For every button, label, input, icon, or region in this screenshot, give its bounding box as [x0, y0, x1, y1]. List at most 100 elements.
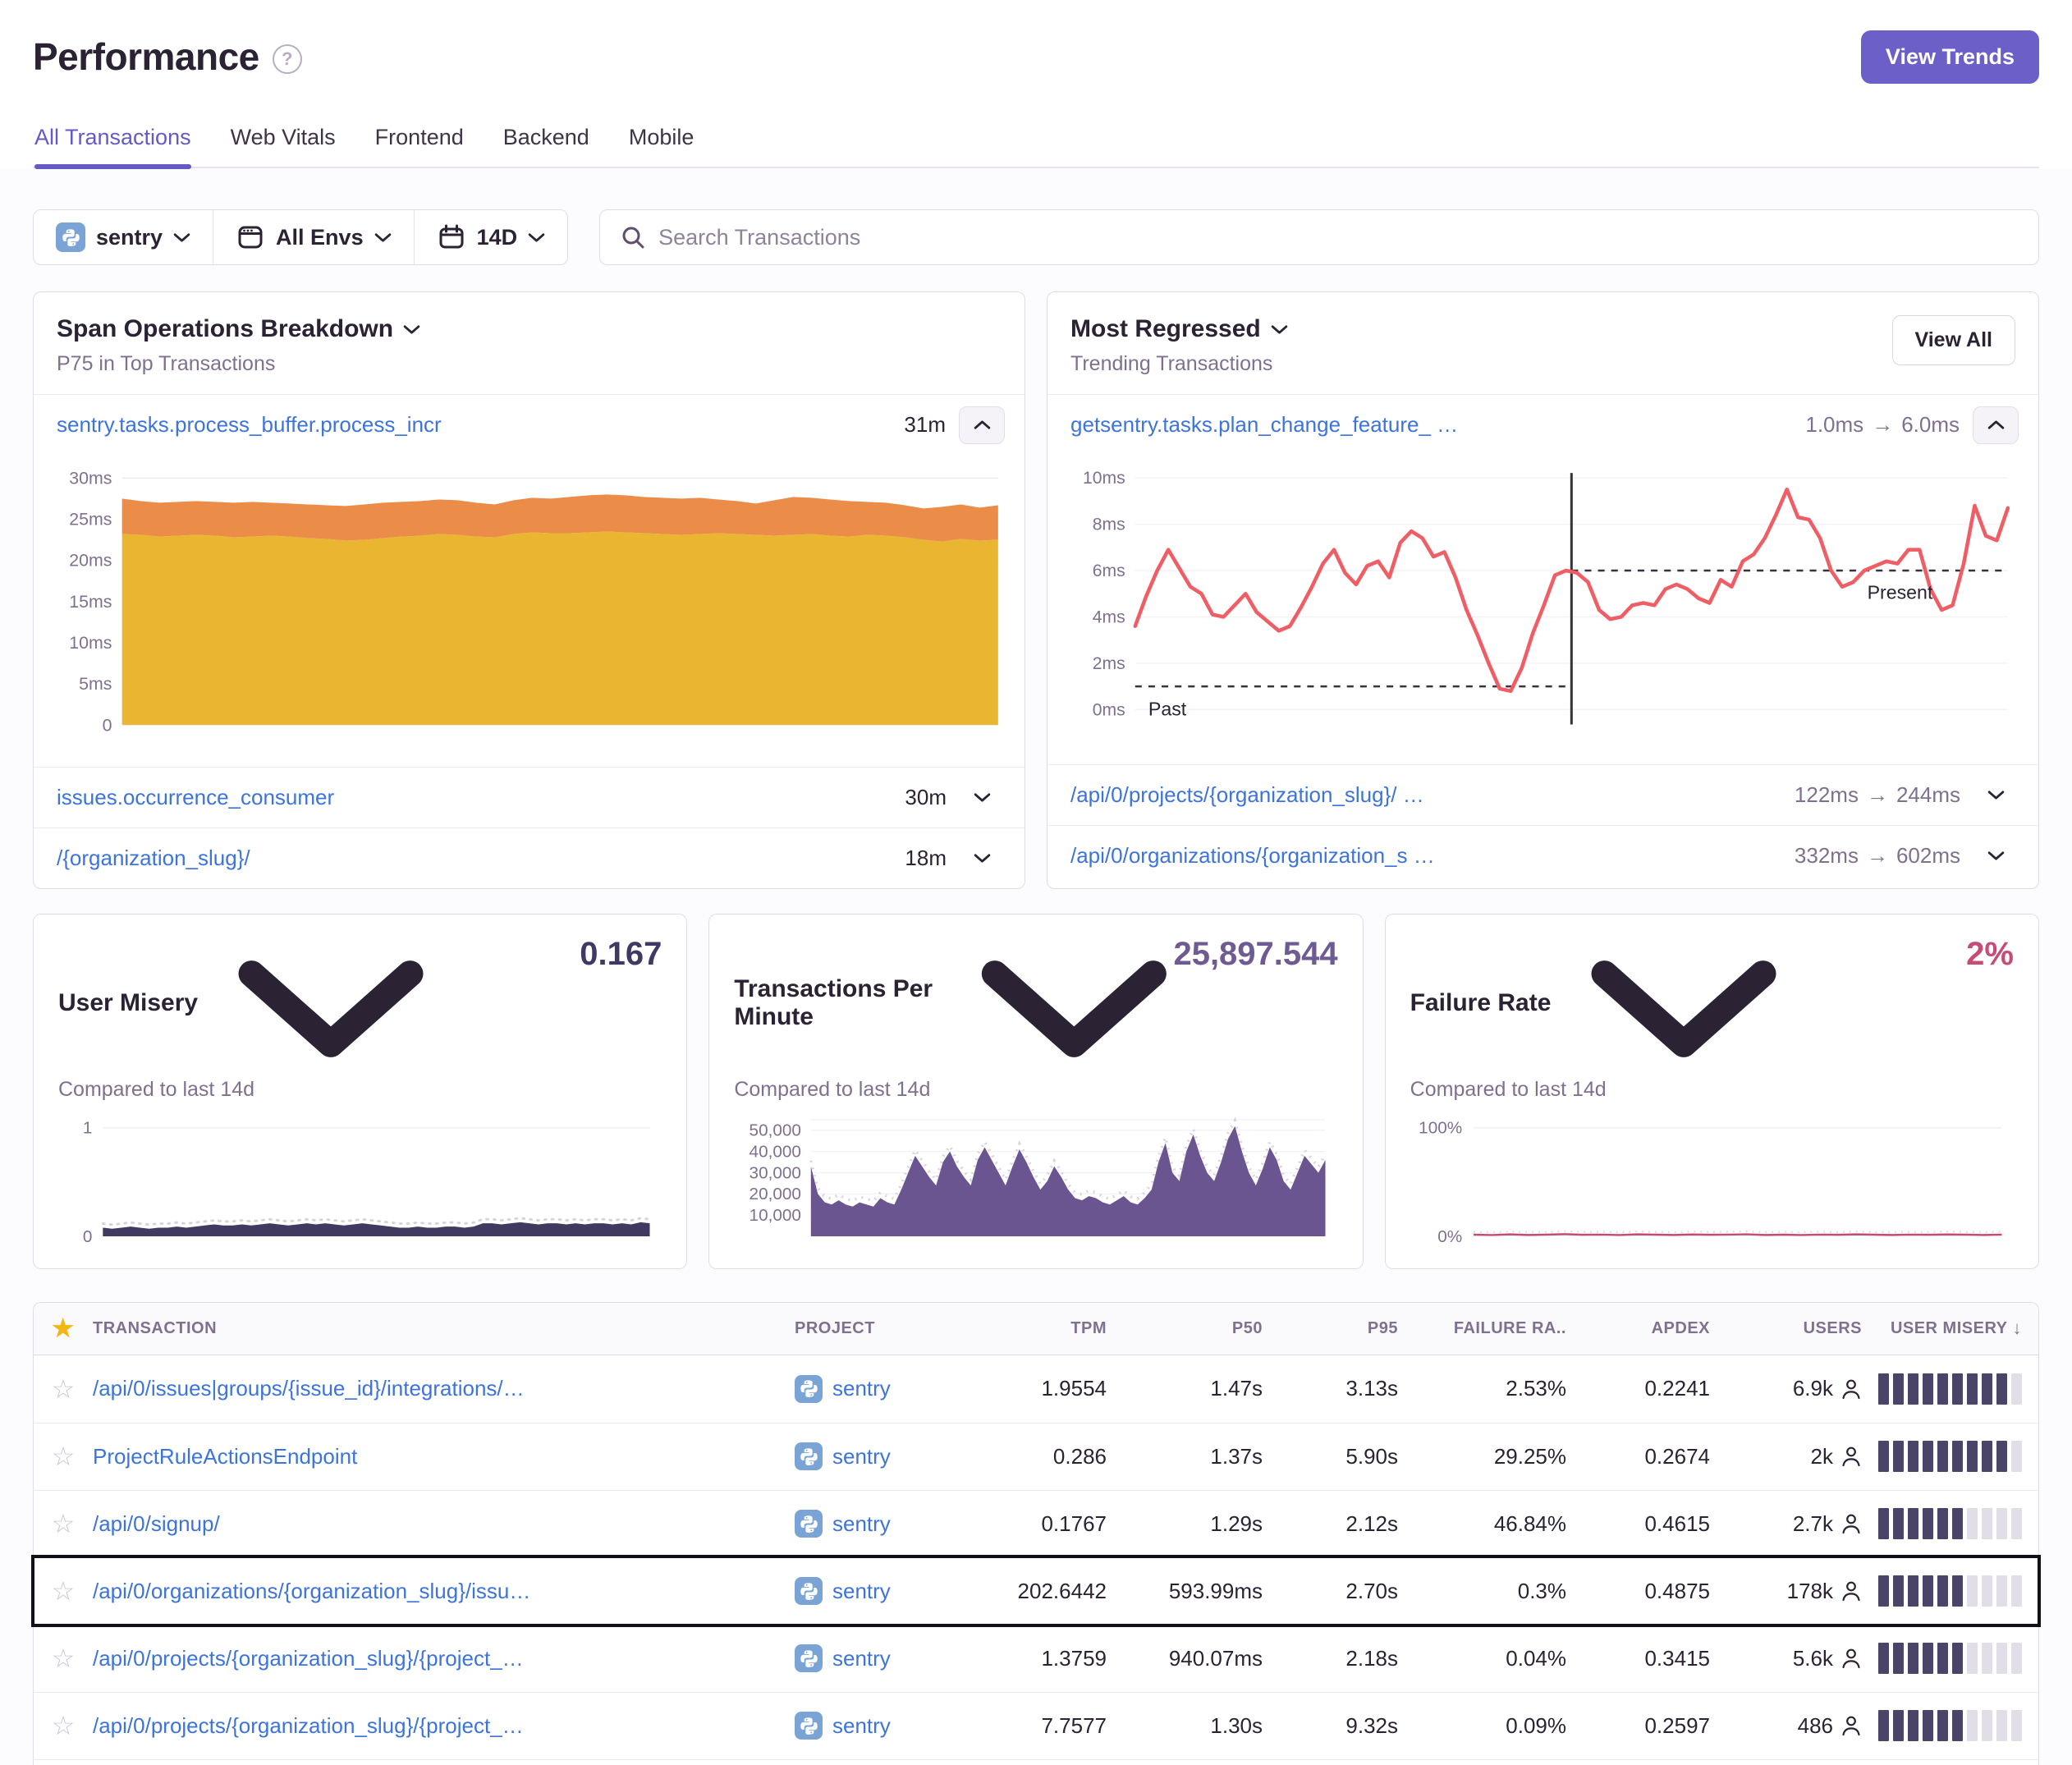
- svg-text:Past: Past: [1148, 698, 1187, 719]
- chevron-down-icon: [1561, 936, 1807, 1070]
- expand-chevron-icon[interactable]: [1973, 850, 2019, 861]
- col-failure-rate[interactable]: FAILURE RA..: [1398, 1319, 1566, 1338]
- expand-chevron-icon[interactable]: [960, 853, 1005, 864]
- project-filter[interactable]: sentry: [34, 210, 213, 264]
- table-row[interactable]: ☆ /api/0/organizations/{organization_slu…: [34, 1759, 2038, 1765]
- project-link[interactable]: sentry: [832, 1646, 891, 1671]
- collapse-button[interactable]: [1973, 406, 2019, 444]
- apdex-cell: 0.4615: [1566, 1511, 1710, 1537]
- user-misery-cell: [1862, 1508, 2038, 1539]
- tab-mobile[interactable]: Mobile: [629, 125, 694, 167]
- tab-web-vitals[interactable]: Web Vitals: [231, 125, 336, 167]
- date-range-filter[interactable]: 14D: [414, 210, 568, 264]
- transaction-link[interactable]: /api/0/organizations/{organization_s …: [1070, 843, 1781, 869]
- star-outline-icon[interactable]: ☆: [52, 1643, 76, 1674]
- project-link[interactable]: sentry: [832, 1444, 891, 1469]
- failure-rate-cell: 2.53%: [1398, 1376, 1566, 1401]
- table-row[interactable]: ☆ /api/0/projects/{organization_slug}/{p…: [34, 1625, 2038, 1692]
- star-outline-icon[interactable]: ☆: [52, 1710, 76, 1741]
- tab-backend[interactable]: Backend: [503, 125, 589, 167]
- transaction-link[interactable]: ProjectRuleActionsEndpoint: [93, 1444, 795, 1469]
- most-regressed-title[interactable]: Most Regressed: [1070, 315, 1288, 343]
- most-regressed-chart: 10ms8ms6ms4ms2ms0msPastPresent: [1047, 455, 2038, 764]
- environment-icon: [236, 222, 265, 252]
- svg-text:4ms: 4ms: [1093, 607, 1125, 626]
- chevron-down-icon: [528, 232, 545, 243]
- transaction-link[interactable]: /api/0/issues|groups/{issue_id}/integrat…: [93, 1376, 795, 1401]
- p50-cell: 1.29s: [1107, 1511, 1263, 1537]
- star-outline-icon[interactable]: ☆: [52, 1441, 76, 1472]
- expand-chevron-icon[interactable]: [960, 792, 1005, 803]
- transaction-link[interactable]: getsentry.tasks.plan_change_feature_ …: [1070, 412, 1792, 438]
- col-p95[interactable]: P95: [1263, 1319, 1398, 1338]
- table-row[interactable]: ☆ ProjectRuleActionsEndpoint sentry 0.28…: [34, 1423, 2038, 1490]
- col-project[interactable]: PROJECT: [795, 1319, 971, 1338]
- p95-cell: 5.90s: [1263, 1444, 1398, 1469]
- card-subtitle: Compared to last 14d: [58, 1078, 662, 1102]
- table-row[interactable]: ☆ /api/0/issues|groups/{issue_id}/integr…: [34, 1355, 2038, 1423]
- environment-filter[interactable]: All Envs: [213, 210, 414, 264]
- users-cell: 2.7k: [1710, 1511, 1862, 1537]
- svg-text:0: 0: [83, 1227, 93, 1246]
- search-input[interactable]: [658, 225, 2019, 250]
- tab-all-transactions[interactable]: All Transactions: [34, 125, 191, 167]
- star-outline-icon[interactable]: ☆: [52, 1575, 76, 1607]
- view-all-button[interactable]: View All: [1892, 315, 2015, 365]
- arrow-right-icon: →: [1872, 412, 1893, 438]
- table-row[interactable]: ☆ /api/0/signup/ sentry 0.1767 1.29s 2.1…: [34, 1490, 2038, 1557]
- svg-text:0ms: 0ms: [1093, 700, 1125, 719]
- span-breakdown-title[interactable]: Span Operations Breakdown: [57, 315, 420, 343]
- project-link[interactable]: sentry: [832, 1511, 891, 1537]
- transaction-link[interactable]: /api/0/projects/{organization_slug}/{pro…: [93, 1646, 795, 1671]
- user-misery-card: User Misery 0.167 Compared to last 14d 1…: [33, 914, 687, 1269]
- tab-frontend[interactable]: Frontend: [375, 125, 464, 167]
- project-link[interactable]: sentry: [832, 1579, 891, 1604]
- svg-text:50,000: 50,000: [749, 1121, 801, 1140]
- p95-cell: 9.32s: [1263, 1713, 1398, 1739]
- transaction-link[interactable]: /api/0/organizations/{organization_slug}…: [93, 1579, 795, 1604]
- star-outline-icon[interactable]: ☆: [52, 1508, 76, 1539]
- transaction-link[interactable]: /api/0/signup/: [93, 1511, 795, 1537]
- python-project-icon: [795, 1644, 823, 1672]
- chevron-down-icon: [208, 936, 454, 1070]
- help-icon[interactable]: ?: [273, 44, 302, 74]
- python-project-icon: [795, 1712, 823, 1740]
- table-row-selected[interactable]: ☆ /api/0/organizations/{organization_slu…: [34, 1557, 2038, 1625]
- transaction-link[interactable]: /api/0/projects/{organization_slug}/{pro…: [93, 1713, 795, 1739]
- tpm-chart: 50,00040,00030,00020,00010,000: [734, 1113, 1337, 1255]
- view-trends-button[interactable]: View Trends: [1861, 30, 2039, 84]
- svg-text:1: 1: [83, 1119, 93, 1138]
- star-filled-icon[interactable]: ★: [52, 1314, 74, 1343]
- collapse-button[interactable]: [959, 406, 1005, 444]
- transaction-link[interactable]: /api/0/projects/{organization_slug}/ …: [1070, 782, 1781, 808]
- tpm-card: Transactions Per Minute 25,897.544 Compa…: [708, 914, 1363, 1269]
- col-users[interactable]: USERS: [1710, 1319, 1862, 1338]
- python-project-icon: [795, 1577, 823, 1605]
- project-link[interactable]: sentry: [832, 1713, 891, 1739]
- star-outline-icon[interactable]: ☆: [52, 1373, 76, 1405]
- expand-chevron-icon[interactable]: [1973, 790, 2019, 800]
- span-link[interactable]: /{organization_slug}/: [57, 846, 892, 871]
- user-misery-card-title[interactable]: User Misery: [58, 936, 454, 1070]
- user-icon: [1841, 1715, 1862, 1736]
- failure-rate-card-title[interactable]: Failure Rate: [1410, 936, 1808, 1070]
- chevron-down-icon: [173, 232, 190, 243]
- col-apdex[interactable]: APDEX: [1566, 1319, 1710, 1338]
- col-user-misery[interactable]: USER MISERY↓: [1862, 1318, 2038, 1339]
- user-icon: [1841, 1648, 1862, 1669]
- col-p50[interactable]: P50: [1107, 1319, 1263, 1338]
- svg-text:40,000: 40,000: [749, 1142, 801, 1161]
- col-tpm[interactable]: TPM: [971, 1319, 1107, 1338]
- chevron-down-icon: [374, 232, 392, 243]
- col-transaction[interactable]: TRANSACTION: [93, 1319, 795, 1338]
- users-cell: 486: [1710, 1713, 1862, 1739]
- user-icon: [1841, 1513, 1862, 1534]
- span-link[interactable]: sentry.tasks.process_buffer.process_incr: [57, 412, 891, 438]
- to-duration: 6.0ms: [1901, 412, 1960, 438]
- svg-text:25ms: 25ms: [69, 510, 112, 530]
- project-link[interactable]: sentry: [832, 1376, 891, 1401]
- svg-text:20,000: 20,000: [749, 1185, 801, 1203]
- span-link[interactable]: issues.occurrence_consumer: [57, 785, 892, 810]
- table-row[interactable]: ☆ /api/0/projects/{organization_slug}/{p…: [34, 1692, 2038, 1759]
- tpm-card-title[interactable]: Transactions Per Minute: [734, 936, 1173, 1070]
